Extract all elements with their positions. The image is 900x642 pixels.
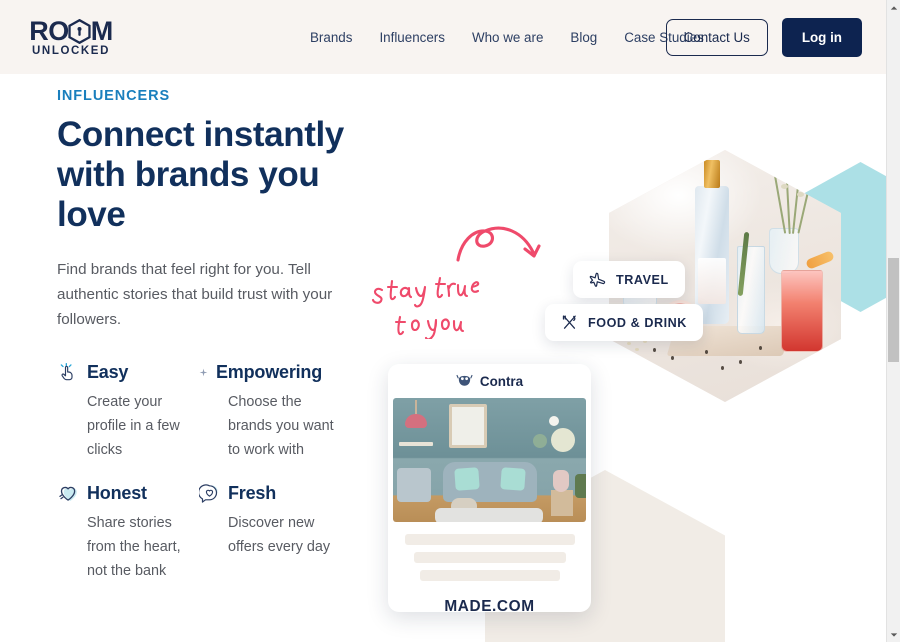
contra-card-header: Contra xyxy=(388,364,591,398)
nav-item-who-we-are[interactable]: Who we are xyxy=(472,30,543,45)
photo-shelf xyxy=(399,442,433,446)
contact-us-button[interactable]: Contact Us xyxy=(665,18,768,56)
scroll-up-arrow-icon xyxy=(890,5,897,10)
hero-visual: TRAVEL FOOD & DRINK Contra MADE.COM xyxy=(360,74,886,642)
hero-subtitle: Find brands that feel right for you. Tel… xyxy=(57,261,333,328)
vertical-scrollbar[interactable] xyxy=(886,0,900,642)
page-viewport: RO M UNLOCKED Brands Influencers Who we … xyxy=(0,0,886,642)
feature-easy-title: Easy xyxy=(87,361,129,382)
photo-cushion-left xyxy=(454,467,480,491)
feature-fresh-title: Fresh xyxy=(228,482,277,503)
logo-wordmark: RO M xyxy=(29,16,114,46)
photo-vase xyxy=(553,470,569,492)
contra-preview-card[interactable]: Contra MADE.COM xyxy=(388,364,591,612)
feature-empowering-body: Choose the brands you want to work with xyxy=(228,394,334,458)
skeleton-line-2 xyxy=(413,552,566,563)
hero-eyebrow: INFLUENCERS xyxy=(57,88,171,104)
skeleton-line-3 xyxy=(419,570,560,581)
photo-cushion-right xyxy=(500,467,526,491)
photo-floor-lamp xyxy=(549,416,559,426)
fork-knife-icon xyxy=(562,315,576,329)
contra-crest-icon xyxy=(456,374,473,386)
photo-plant xyxy=(575,474,586,498)
feature-empowering-head: Empowering xyxy=(198,358,338,386)
hero-section: INFLUENCERS Connect instantly with brand… xyxy=(0,74,886,642)
logo-tagline: UNLOCKED xyxy=(32,45,110,57)
feature-honest: Honest Share stories from the heart, not… xyxy=(57,479,185,583)
feature-easy: Easy Create your profile in a few clicks xyxy=(57,358,185,462)
scrollbar-down-button[interactable] xyxy=(887,627,900,642)
curved-arrow-icon xyxy=(456,226,541,262)
feature-honest-body: Share stories from the heart, not the ba… xyxy=(87,515,181,579)
logo-hexagon-keyhole-icon xyxy=(68,18,91,44)
feature-easy-body: Create your profile in a few clicks xyxy=(87,394,180,458)
feature-honest-head: Honest xyxy=(57,479,185,507)
contra-app-name: Contra xyxy=(479,373,524,389)
photo-wall-frame xyxy=(449,404,487,448)
contra-card-footer: MADE.COM xyxy=(388,522,591,612)
hero-copy: INFLUENCERS Connect instantly with brand… xyxy=(57,88,367,583)
heart-icon xyxy=(57,482,79,504)
category-pill-food-drink[interactable]: FOOD & DRINK xyxy=(545,304,703,341)
logo-room-unlocked[interactable]: RO M UNLOCKED xyxy=(23,16,119,58)
photo-side-stool xyxy=(551,490,573,516)
scrollbar-up-button[interactable] xyxy=(887,0,900,15)
nav-item-brands[interactable]: Brands xyxy=(310,30,352,45)
feature-empowering: Empowering Choose the brands you want to… xyxy=(198,358,338,462)
log-in-button[interactable]: Log in xyxy=(781,17,862,57)
photo-dried-flowers xyxy=(773,168,815,234)
photo-rug xyxy=(435,508,543,522)
pill-food-drink-label: FOOD & DRINK xyxy=(588,315,687,330)
photo-wall-clock xyxy=(533,434,547,448)
header-actions: Contact Us Log in xyxy=(665,0,862,74)
feature-easy-head: Easy xyxy=(57,358,185,386)
photo-armchair xyxy=(397,468,431,502)
feature-grid: Easy Create your profile in a few clicks… xyxy=(57,358,367,583)
feature-fresh-body: Discover new offers every day xyxy=(228,515,331,555)
photo-bottle-label xyxy=(698,258,726,304)
photo-flower-vase xyxy=(769,228,799,274)
logo-text-part2: M xyxy=(90,16,114,46)
contra-card-room-photo xyxy=(393,398,586,522)
contra-card-brand: MADE.COM xyxy=(444,598,535,612)
scroll-down-arrow-icon xyxy=(890,632,897,637)
feature-fresh: Fresh Discover new offers every day xyxy=(198,479,338,583)
feature-honest-title: Honest xyxy=(87,482,147,503)
feature-fresh-head: Fresh xyxy=(198,479,338,507)
feature-empowering-title: Empowering xyxy=(216,361,323,382)
logo-text-part1: RO xyxy=(29,16,69,46)
chat-heart-icon xyxy=(198,482,220,504)
airplane-icon xyxy=(589,272,606,287)
sparkle-icon xyxy=(198,367,208,377)
category-pill-travel[interactable]: TRAVEL xyxy=(573,261,685,298)
nav-item-influencers[interactable]: Influencers xyxy=(379,30,445,45)
photo-pendant-lamp xyxy=(405,400,427,428)
pill-travel-label: TRAVEL xyxy=(616,272,669,287)
scrollbar-thumb[interactable] xyxy=(888,258,899,362)
hero-title: Connect instantly with brands you love xyxy=(57,115,344,234)
photo-wall-plate xyxy=(551,428,575,452)
photo-gin-bottle xyxy=(695,160,729,324)
photo-cocktail-glass xyxy=(781,270,823,352)
skeleton-line-1 xyxy=(404,534,575,545)
site-header: RO M UNLOCKED Brands Influencers Who we … xyxy=(0,0,886,74)
main-navigation: Brands Influencers Who we are Blog Case … xyxy=(310,0,704,74)
pointing-hand-click-icon xyxy=(57,361,79,383)
nav-item-blog[interactable]: Blog xyxy=(570,30,597,45)
